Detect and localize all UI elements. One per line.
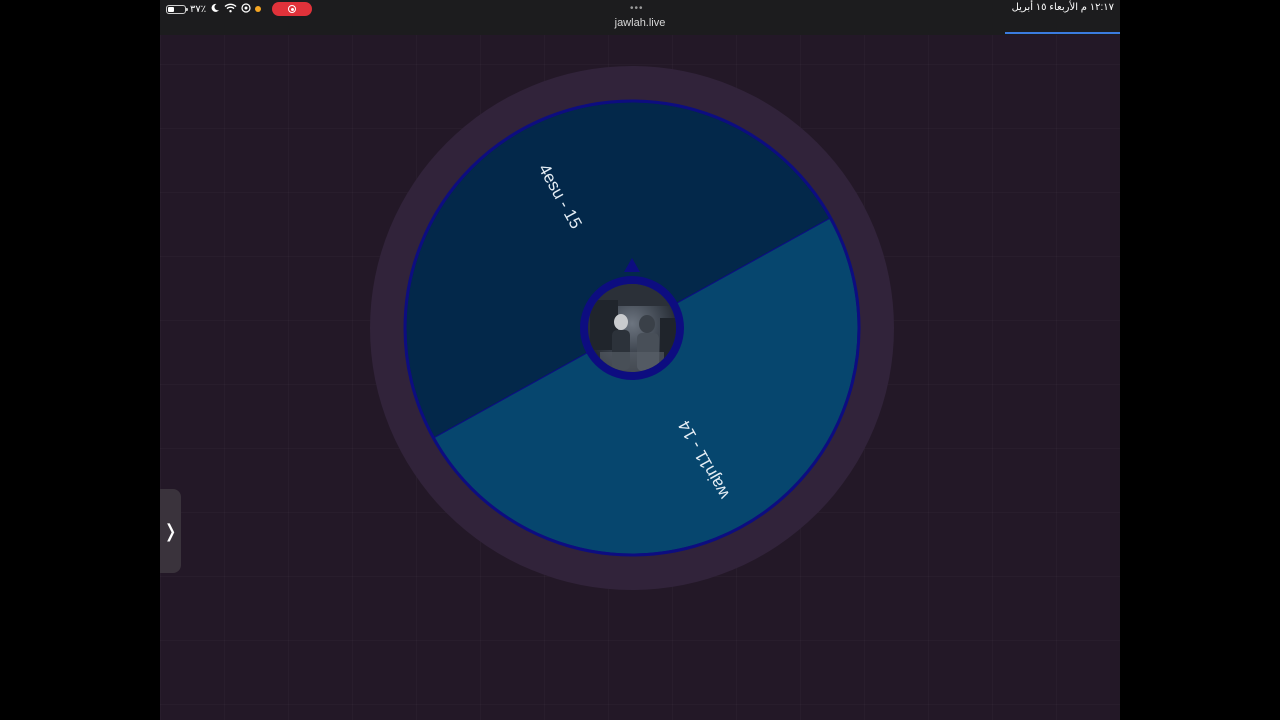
hub-avatar-image xyxy=(588,284,676,372)
spin-wheel[interactable]: 4esu - 15wajn11 - 14 xyxy=(160,0,1120,720)
app-screen: ٣٧٪ ••• jawlah.live ١٢:١٧ م الأربعاء ١٥ … xyxy=(160,0,1120,720)
side-panel-toggle[interactable]: ❭ xyxy=(160,489,181,573)
chevron-right-icon: ❭ xyxy=(162,520,179,541)
